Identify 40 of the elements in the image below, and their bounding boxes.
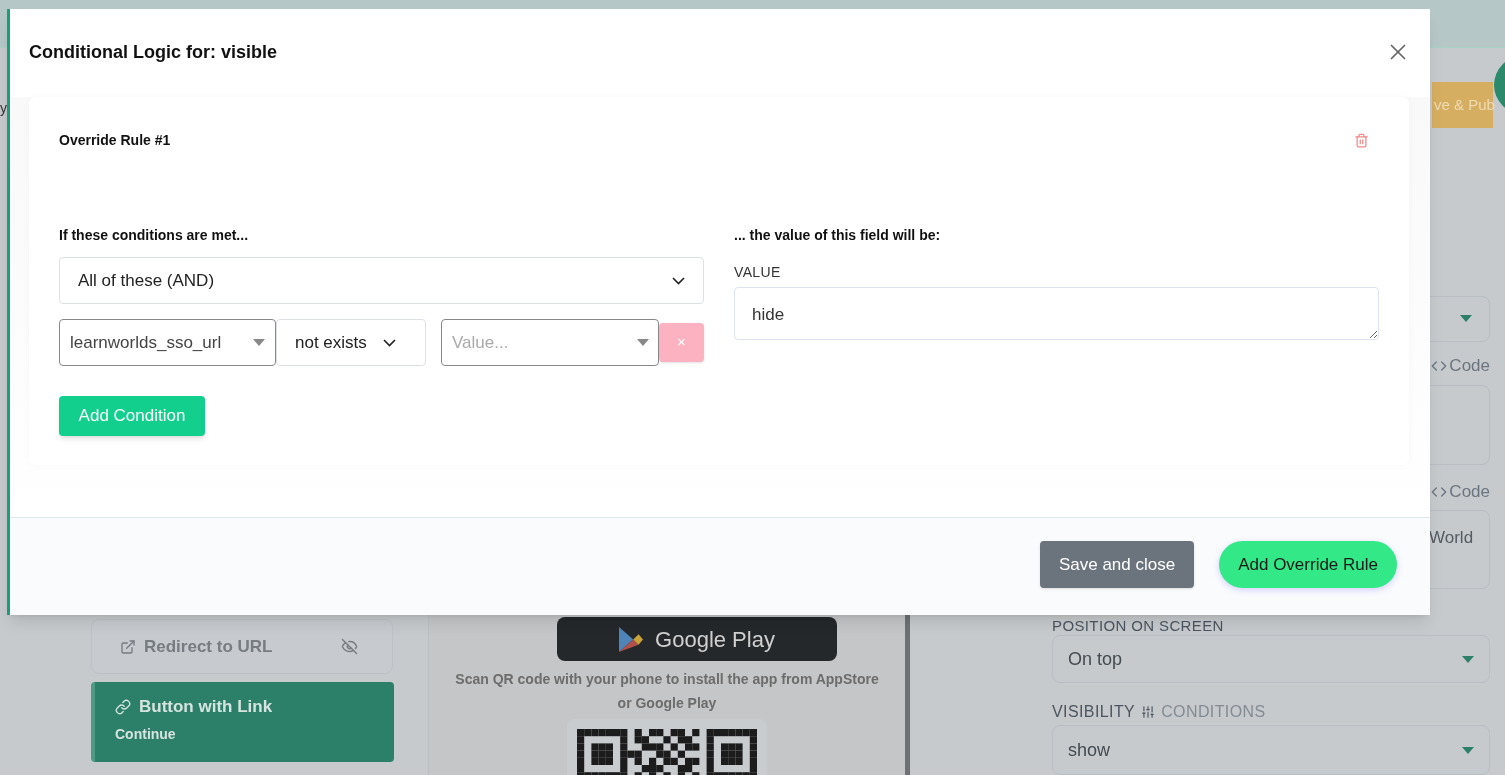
chevron-down-icon [672, 276, 685, 285]
code-label[interactable]: Code [1449, 353, 1490, 379]
code-label[interactable]: Code [1449, 478, 1490, 505]
play-logo-icon [619, 626, 644, 652]
caret-icon [1462, 746, 1474, 754]
link-icon [115, 698, 131, 715]
caret-icon [1460, 315, 1472, 323]
store-name: Google Play [655, 625, 775, 654]
caret-icon [1462, 655, 1474, 663]
chevron-down-icon [382, 338, 396, 347]
element-title: Redirect to URL [144, 635, 273, 658]
modal-title: Conditional Logic for: visible [29, 40, 277, 64]
save-close-button[interactable]: Save and close [1039, 541, 1195, 588]
element-subtitle: Continue [115, 724, 177, 744]
element-card[interactable]: Button with Link Continue [91, 682, 394, 762]
scan-instructions: Scan QR code with your phone to install the app from AppStore or Google Play [454, 670, 880, 713]
result-label: ... the value of this field will be: [734, 226, 942, 245]
conditions-label: If these conditions are met... [59, 226, 250, 245]
rule-title: Override Rule #1 [59, 130, 171, 150]
value-label: VALUE [734, 263, 782, 282]
add-rule-button[interactable]: Add Override Rule [1219, 541, 1397, 588]
external-link-icon [120, 638, 136, 655]
caret-icon [253, 339, 265, 346]
element-title: Button with Link [139, 696, 273, 718]
cut-text: y [0, 99, 7, 118]
match-select[interactable]: All of these (AND) [59, 257, 704, 304]
select-field[interactable]: On top [1052, 635, 1490, 684]
field-label: VISIBILITY [1052, 702, 1136, 723]
field-label: POSITION ON SCREEN [1052, 619, 1225, 634]
operator-select[interactable]: not exists [276, 319, 426, 366]
eye-off-icon[interactable] [341, 638, 358, 655]
select-field[interactable]: show [1052, 725, 1490, 775]
element-card[interactable]: Redirect to URL [91, 619, 393, 674]
value-select[interactable]: Value... [441, 319, 659, 366]
sliders-icon [1141, 705, 1156, 720]
value-field[interactable]: hide [734, 287, 1379, 340]
delete-rule-button[interactable] [1354, 132, 1369, 148]
caret-icon [637, 339, 649, 346]
field-select[interactable]: learnworlds_sso_url [59, 319, 276, 366]
store-badge[interactable]: Google Play [557, 617, 837, 661]
